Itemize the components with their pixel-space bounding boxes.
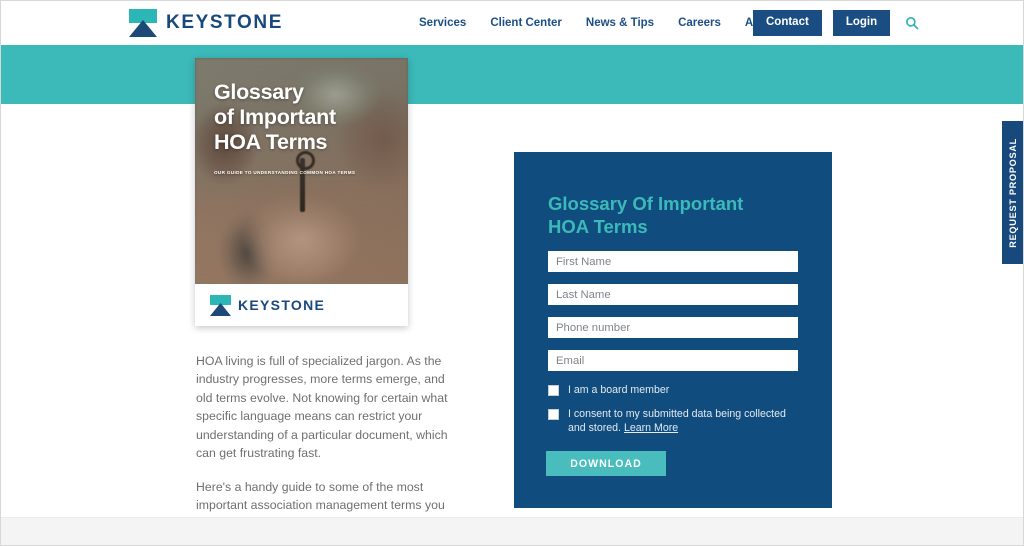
nav-item-services[interactable]: Services [419, 17, 466, 29]
consent-checkbox[interactable] [548, 409, 559, 420]
board-member-checkbox[interactable] [548, 385, 559, 396]
learn-more-link[interactable]: Learn More [624, 422, 678, 434]
download-button[interactable]: DOWNLOAD [546, 451, 666, 476]
phone-number-input[interactable] [548, 317, 798, 338]
brand-logo[interactable]: KEYSTONE [129, 9, 283, 37]
cover-title-line1: Glossary [214, 80, 304, 104]
consent-checkbox-row[interactable]: I consent to my submitted data being col… [548, 408, 804, 436]
contact-button[interactable]: Contact [753, 10, 822, 36]
search-button[interactable] [901, 16, 923, 30]
brand-name: KEYSTONE [166, 12, 283, 33]
page-root: KEYSTONE Services Client Center News & T… [0, 0, 1024, 546]
search-icon [906, 17, 919, 30]
ebook-cover-card: Glossary of Important HOA Terms OUR GUID… [195, 58, 408, 326]
form-title-line1: Glossary Of Important [548, 193, 744, 214]
cover-title-line3: HOA Terms [214, 130, 328, 155]
email-input[interactable] [548, 350, 798, 371]
cover-footer-brand: KEYSTONE [195, 284, 408, 326]
footer-strip [1, 517, 1023, 545]
board-member-label: I am a board member [568, 384, 670, 396]
nav-item-client-center[interactable]: Client Center [490, 17, 562, 29]
nav-item-news-tips[interactable]: News & Tips [586, 17, 654, 29]
request-proposal-label: REQUEST PROPOSAL [1007, 137, 1018, 248]
download-form-panel: Glossary Of Important HOA Terms I am a b… [514, 152, 832, 508]
consent-label: I consent to my submitted data being col… [568, 408, 804, 436]
header-actions: Contact Login [753, 1, 923, 45]
cover-brand-name: KEYSTONE [238, 297, 326, 313]
site-header: KEYSTONE Services Client Center News & T… [1, 1, 1023, 45]
nav-item-careers[interactable]: Careers [678, 17, 721, 29]
cover-title: Glossary of Important HOA Terms [214, 80, 394, 155]
board-member-checkbox-row[interactable]: I am a board member [548, 384, 804, 398]
login-button[interactable]: Login [832, 10, 891, 36]
body-paragraph-1: HOA living is full of specialized jargon… [196, 354, 448, 461]
keystone-mountain-icon [210, 294, 231, 316]
cover-subtitle: OUR GUIDE TO UNDERSTANDING COMMON HOA TE… [214, 170, 356, 175]
form-title: Glossary Of Important HOA Terms [548, 192, 798, 238]
last-name-input[interactable] [548, 284, 798, 305]
request-proposal-tab[interactable]: REQUEST PROPOSAL [1002, 121, 1023, 264]
form-title-line2: HOA Terms [548, 216, 648, 238]
cover-title-line2: of Important [214, 105, 336, 130]
teal-hero-band [1, 45, 1023, 104]
keystone-mountain-icon [129, 9, 157, 37]
first-name-input[interactable] [548, 251, 798, 272]
main-nav: Services Client Center News & Tips Caree… [419, 1, 778, 45]
